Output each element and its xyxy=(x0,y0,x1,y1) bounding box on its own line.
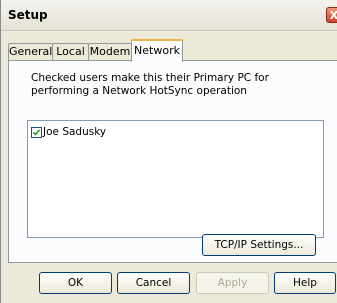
apply-button[interactable]: Apply xyxy=(196,272,269,294)
close-button[interactable]: X xyxy=(326,7,337,23)
network-description: Checked users make this their Primary PC… xyxy=(31,72,269,97)
setup-dialog: Setup X General Local Modem Network Chec… xyxy=(0,0,337,303)
user-checkbox[interactable] xyxy=(31,126,42,138)
checkmark-icon xyxy=(32,128,41,136)
cancel-button[interactable]: Cancel xyxy=(117,272,190,294)
list-item[interactable]: Joe Sadusky xyxy=(31,125,106,139)
tab-local[interactable]: Local xyxy=(52,43,89,61)
tab-modem[interactable]: Modem xyxy=(88,43,132,61)
tcpip-settings-button[interactable]: TCP/IP Settings... xyxy=(202,234,316,256)
window-title: Setup xyxy=(8,8,48,22)
tab-network[interactable]: Network xyxy=(131,39,183,62)
user-name: Joe Sadusky xyxy=(43,126,107,138)
tab-general[interactable]: General xyxy=(8,43,53,61)
user-list[interactable]: Joe Sadusky xyxy=(27,120,324,238)
title-bar[interactable]: Setup X xyxy=(1,0,337,31)
close-icon: X xyxy=(329,9,337,22)
help-button[interactable]: Help xyxy=(274,272,336,294)
network-tab-panel: Checked users make this their Primary PC… xyxy=(8,60,337,263)
ok-button[interactable]: OK xyxy=(39,272,112,294)
